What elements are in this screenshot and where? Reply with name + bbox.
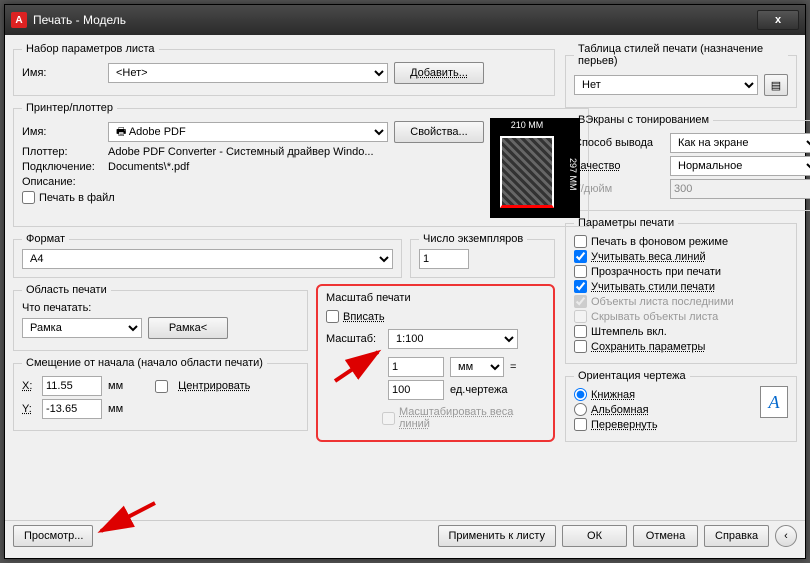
window-title: Печать - Модель <box>33 13 757 27</box>
plot-styles-group: Таблица стилей печати (назначение перьев… <box>565 43 797 108</box>
scale-lineweights-checkbox <box>382 412 395 425</box>
scale-unit1-input[interactable] <box>388 357 444 377</box>
plot-area-group: Область печати Что печатать: Рамка Рамка… <box>13 284 308 351</box>
copies-legend: Число экземпляров <box>419 233 527 245</box>
plot-options-legend: Параметры печати <box>574 217 678 229</box>
where-label: Подключение: <box>22 161 102 173</box>
page-setup-group: Набор параметров листа Имя: <Нет> Добави… <box>13 43 555 96</box>
printer-group: Принтер/плоттер Имя: 🖶 Adobe PDF Свойств… <box>13 102 589 227</box>
window-pick-button[interactable]: Рамка< <box>148 317 228 339</box>
paper-preview: 210 MM 297 MM <box>490 118 580 218</box>
print-to-file-label: Печать в файл <box>39 192 115 204</box>
preview-button[interactable]: Просмотр... <box>13 525 93 547</box>
close-button[interactable]: x <box>757 10 799 30</box>
plot-styles-legend: Таблица стилей печати (назначение перьев… <box>574 43 788 67</box>
scale-lineweights-label: Масштабировать веса линий <box>399 406 545 430</box>
orientation-portrait-radio[interactable] <box>574 388 587 401</box>
description-label: Описание: <box>22 176 102 188</box>
where-value: Documents\*.pdf <box>108 161 189 173</box>
plot-styles-select[interactable]: Нет <box>574 75 758 95</box>
opt-background-checkbox[interactable] <box>574 235 587 248</box>
format-group: Формат A4 <box>13 233 402 278</box>
app-logo-icon: A <box>11 12 27 28</box>
titlebar: A Печать - Модель x <box>5 5 805 35</box>
orientation-legend: Ориентация чертежа <box>574 370 690 382</box>
orientation-preview-icon: A <box>760 386 788 418</box>
offset-y-unit: мм <box>108 403 123 415</box>
center-label: Центрировать <box>178 380 250 392</box>
copies-group: Число экземпляров <box>410 233 555 278</box>
scale-unit2-input[interactable] <box>388 380 444 400</box>
scale-unit-select[interactable]: мм <box>450 357 504 377</box>
add-page-setup-button[interactable]: Добавить... <box>394 62 484 84</box>
offset-x-label: X: <box>22 380 36 392</box>
offset-legend: Смещение от начала (начало области печат… <box>22 357 267 369</box>
page-setup-name-select[interactable]: <Нет> <box>108 63 388 83</box>
opt-plotstyles-checkbox[interactable] <box>574 280 587 293</box>
scale-select[interactable]: 1:100 <box>388 329 518 349</box>
print-to-file-checkbox[interactable] <box>22 191 35 204</box>
format-legend: Формат <box>22 233 69 245</box>
preview-width-label: 210 MM <box>500 120 554 130</box>
shade-dpi-label: Т/дюйм <box>574 183 664 195</box>
preview-height-label: 297 MM <box>568 158 578 191</box>
opt-lineweights-checkbox[interactable] <box>574 250 587 263</box>
offset-y-label: Y: <box>22 403 36 415</box>
chevron-left-icon: ‹ <box>784 530 788 542</box>
shade-dpi-input <box>670 179 810 199</box>
shade-mode-select[interactable]: Как на экране <box>670 133 810 153</box>
offset-x-unit: мм <box>108 380 123 392</box>
what-to-plot-select[interactable]: Рамка <box>22 318 142 338</box>
expand-button[interactable]: ‹ <box>775 525 797 547</box>
printer-properties-button[interactable]: Свойства... <box>394 121 484 143</box>
printer-name-select[interactable]: 🖶 Adobe PDF <box>108 122 388 142</box>
shade-mode-label: Способ вывода <box>574 137 664 149</box>
apply-to-layout-button[interactable]: Применить к листу <box>438 525 557 547</box>
opt-stamp-checkbox[interactable] <box>574 325 587 338</box>
what-to-plot-label: Что печатать: <box>22 302 299 314</box>
shaded-viewport-legend: ВЭкраны с тонированием <box>574 114 713 126</box>
opt-transparency-checkbox[interactable] <box>574 265 587 278</box>
orientation-landscape-radio[interactable] <box>574 403 587 416</box>
offset-x-input[interactable] <box>42 376 102 396</box>
center-checkbox[interactable] <box>155 380 168 393</box>
fit-checkbox[interactable] <box>326 310 339 323</box>
shaded-viewport-group: ВЭкраны с тонированием Способ вывода Как… <box>565 114 810 211</box>
shade-quality-label: Качество <box>574 160 664 172</box>
plot-area-legend: Область печати <box>22 284 111 296</box>
offset-y-input[interactable] <box>42 399 102 419</box>
plot-styles-edit-button[interactable]: ▤ <box>764 74 788 96</box>
copies-input[interactable] <box>419 249 469 269</box>
fit-label: Вписать <box>343 311 385 323</box>
format-select[interactable]: A4 <box>22 249 393 269</box>
shade-quality-select[interactable]: Нормальное <box>670 156 810 176</box>
scale-group: Масштаб печати Вписать Масштаб: 1:100 мм… <box>316 284 555 442</box>
scale-label: Масштаб: <box>326 333 382 345</box>
plotter-value: Adobe PDF Converter - Системный драйвер … <box>108 146 374 158</box>
help-button[interactable]: Справка <box>704 525 769 547</box>
orientation-group: Ориентация чертежа Книжная Альбомная Пер… <box>565 370 797 442</box>
cancel-button[interactable]: Отмена <box>633 525 698 547</box>
paper-icon <box>500 136 554 208</box>
printer-name-label: Имя: <box>22 126 102 138</box>
opt-hide-paperspace-checkbox <box>574 310 587 323</box>
scale-legend: Масштаб печати <box>326 292 545 304</box>
opt-save-changes-checkbox[interactable] <box>574 340 587 353</box>
orientation-upside-checkbox[interactable] <box>574 418 587 431</box>
scale-unit2-label: ед.чертежа <box>450 384 507 396</box>
printer-legend: Принтер/плоттер <box>22 102 117 114</box>
plot-options-group: Параметры печати Печать в фоновом режиме… <box>565 217 797 364</box>
page-setup-name-label: Имя: <box>22 67 102 79</box>
opt-paperspace-last-checkbox <box>574 295 587 308</box>
equals-icon: = <box>510 361 516 373</box>
ok-button[interactable]: ОК <box>562 525 627 547</box>
page-setup-legend: Набор параметров листа <box>22 43 159 55</box>
plotter-label: Плоттер: <box>22 146 102 158</box>
offset-group: Смещение от начала (начало области печат… <box>13 357 308 431</box>
